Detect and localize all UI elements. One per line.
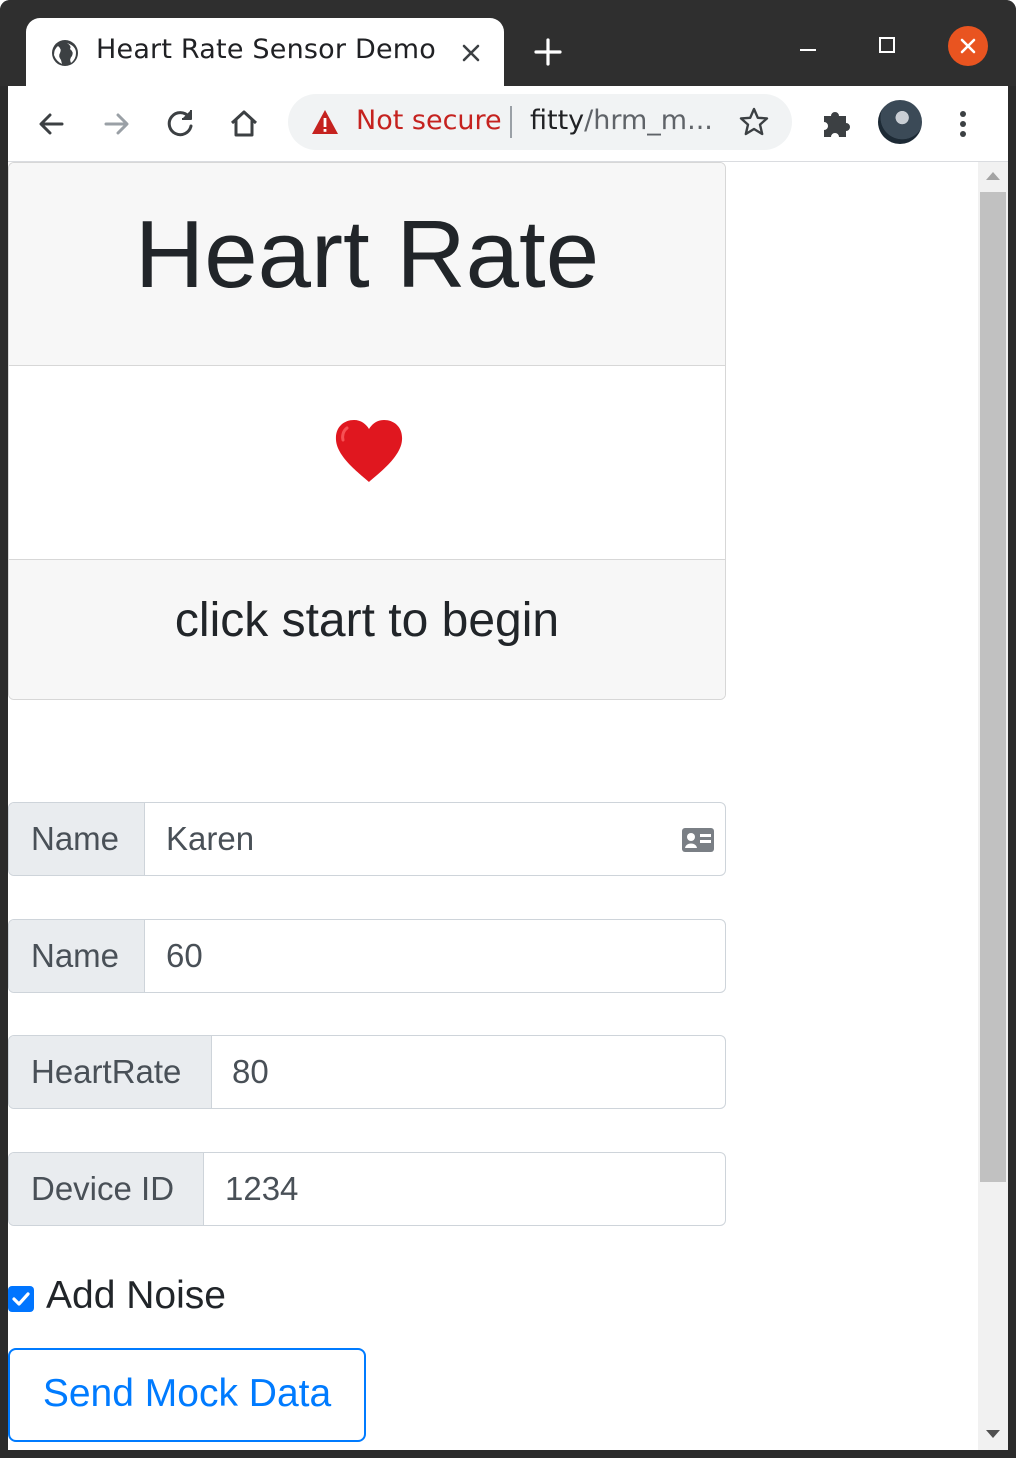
status-text: click start to begin bbox=[174, 594, 560, 647]
heartrate-field-group: HeartRate 80 bbox=[8, 1035, 726, 1109]
url-host: fitty bbox=[530, 105, 585, 136]
checkmark-icon bbox=[12, 1292, 30, 1306]
heart-rate-card: Heart Rate click start to begin bbox=[8, 162, 726, 700]
name-input[interactable]: Karen bbox=[166, 803, 254, 875]
device-id-input[interactable]: 1234 bbox=[225, 1153, 298, 1225]
scroll-down-icon[interactable] bbox=[986, 1430, 1000, 1438]
avatar[interactable] bbox=[878, 100, 922, 144]
page-viewport: Heart Rate click start to begin Name Kar… bbox=[8, 162, 978, 1450]
back-icon[interactable] bbox=[32, 104, 72, 144]
field-label: Device ID bbox=[9, 1153, 204, 1225]
name-field-group-2: Name 60 bbox=[8, 919, 726, 993]
plus-icon[interactable] bbox=[530, 34, 566, 70]
tab-title: Heart Rate Sensor Demo bbox=[96, 34, 436, 65]
warning-icon bbox=[312, 110, 338, 134]
close-window-icon[interactable] bbox=[948, 26, 988, 66]
puzzle-icon[interactable] bbox=[816, 104, 856, 144]
device-id-field-group: Device ID 1234 bbox=[8, 1152, 726, 1226]
field-label: Name bbox=[9, 920, 145, 992]
card-body bbox=[9, 366, 725, 559]
minimize-icon[interactable] bbox=[788, 28, 828, 64]
url-text[interactable]: fitty/hrm_m... bbox=[530, 105, 713, 136]
field-label: Name bbox=[9, 803, 145, 875]
browser-toolbar: Not secure fitty/hrm_m... bbox=[8, 86, 1008, 162]
reload-icon[interactable] bbox=[160, 104, 200, 144]
value-input[interactable]: 60 bbox=[166, 920, 203, 992]
send-mock-data-button[interactable]: Send Mock Data bbox=[8, 1348, 366, 1442]
field-label: HeartRate bbox=[9, 1036, 212, 1108]
omnibox-separator bbox=[510, 106, 512, 138]
more-icon[interactable] bbox=[948, 104, 978, 144]
security-label[interactable]: Not secure bbox=[356, 105, 502, 136]
browser-window: Heart Rate Sensor Demo Not secure fitty/… bbox=[0, 0, 1016, 1458]
star-icon[interactable] bbox=[738, 106, 770, 138]
add-noise-label[interactable]: Add Noise bbox=[46, 1274, 226, 1318]
heartrate-input[interactable]: 80 bbox=[232, 1036, 269, 1108]
heart-icon bbox=[335, 420, 403, 482]
close-tab-icon[interactable] bbox=[456, 38, 486, 68]
url-path: /hrm_m... bbox=[584, 105, 713, 136]
globe-icon bbox=[52, 40, 78, 66]
scrollbar-thumb[interactable] bbox=[980, 192, 1006, 1182]
maximize-icon[interactable] bbox=[866, 28, 906, 64]
add-noise-checkbox[interactable] bbox=[8, 1286, 34, 1312]
scrollbar[interactable] bbox=[978, 162, 1008, 1450]
scroll-up-icon[interactable] bbox=[986, 172, 1000, 180]
card-footer: click start to begin bbox=[9, 559, 725, 699]
browser-tab[interactable]: Heart Rate Sensor Demo bbox=[26, 18, 504, 86]
home-icon[interactable] bbox=[224, 104, 264, 144]
tab-strip: Heart Rate Sensor Demo bbox=[0, 0, 1016, 86]
contact-card-icon[interactable] bbox=[681, 827, 715, 853]
name-field-group: Name Karen bbox=[8, 802, 726, 876]
address-bar[interactable]: Not secure fitty/hrm_m... bbox=[288, 94, 792, 150]
page-title: Heart Rate bbox=[134, 201, 600, 308]
forward-icon[interactable] bbox=[96, 104, 136, 144]
card-header: Heart Rate bbox=[9, 163, 725, 366]
